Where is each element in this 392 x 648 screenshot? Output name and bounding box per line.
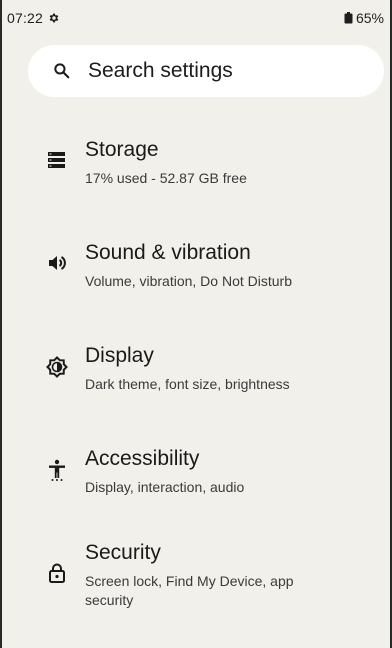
settings-item-display[interactable]: Display Dark theme, font size, brightnes…: [2, 344, 390, 414]
settings-item-subtitle: Display, interaction, audio: [85, 479, 245, 495]
settings-item-title: Storage: [85, 138, 159, 161]
settings-item-accessibility[interactable]: Accessibility Display, interaction, audi…: [2, 447, 390, 517]
storage-icon: [46, 149, 68, 171]
lock-icon: [46, 562, 68, 584]
battery-percent: 65%: [355, 10, 384, 26]
settings-item-security[interactable]: Security Screen lock, Find My Device, ap…: [2, 541, 390, 631]
settings-item-title: Sound & vibration: [85, 241, 251, 264]
search-icon: [52, 61, 72, 81]
status-time: 07:22: [7, 10, 44, 26]
settings-screen: 07:22 65% Search settings Storage 17% us…: [0, 0, 392, 648]
settings-item-subtitle: Dark theme, font size, brightness: [85, 376, 290, 392]
status-bar: 07:22 65%: [2, 0, 390, 36]
settings-item-storage[interactable]: Storage 17% used - 52.87 GB free: [2, 138, 390, 208]
settings-item-sound[interactable]: Sound & vibration Volume, vibration, Do …: [2, 241, 390, 311]
settings-item-subtitle: Screen lock, Find My Device, app securit…: [85, 573, 294, 608]
settings-item-title: Security: [85, 541, 161, 564]
settings-item-subtitle: 17% used - 52.87 GB free: [85, 170, 247, 186]
search-bar[interactable]: Search settings: [28, 45, 384, 97]
volume-icon: [46, 252, 68, 274]
accessibility-icon: [46, 459, 68, 481]
settings-item-subtitle: Volume, vibration, Do Not Disturb: [85, 273, 292, 289]
search-placeholder: Search settings: [88, 59, 233, 82]
settings-item-title: Display: [85, 344, 154, 367]
gear-icon: [48, 12, 60, 24]
battery-icon: [344, 12, 353, 24]
battery-indicator: 65%: [344, 10, 384, 26]
brightness-icon: [46, 356, 68, 378]
settings-item-title: Accessibility: [85, 447, 200, 470]
